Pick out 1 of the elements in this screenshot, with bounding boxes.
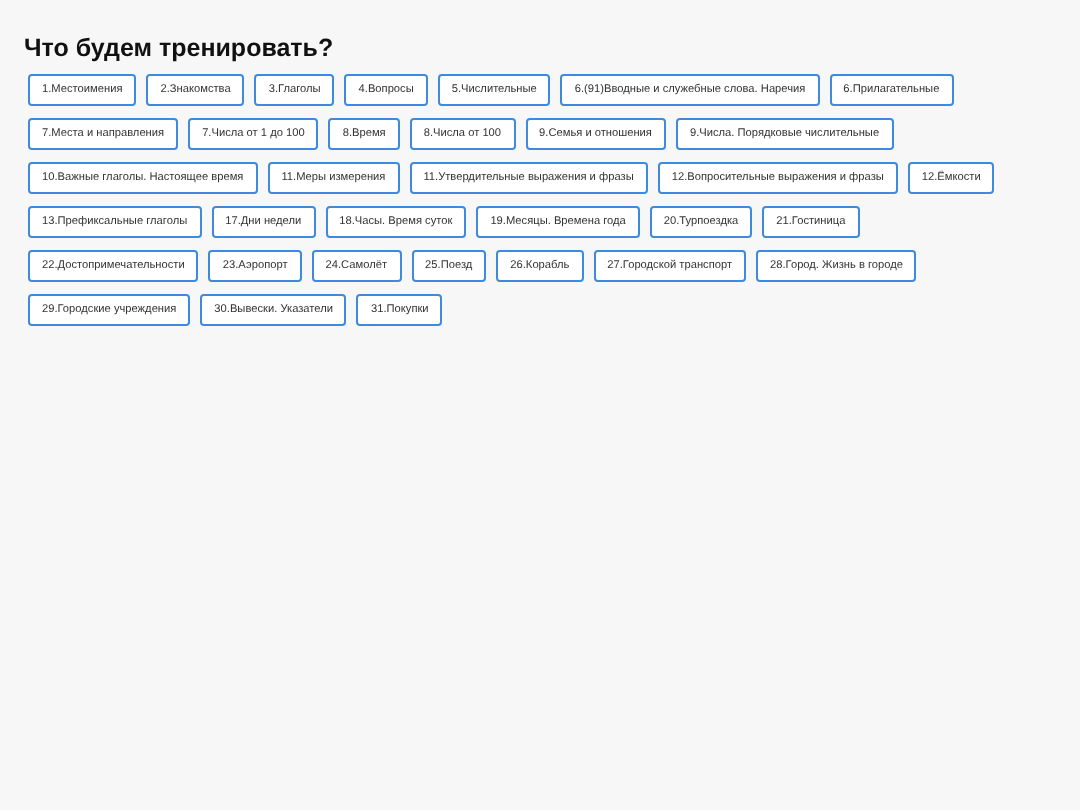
page-title: Что будем тренировать? (24, 34, 336, 62)
